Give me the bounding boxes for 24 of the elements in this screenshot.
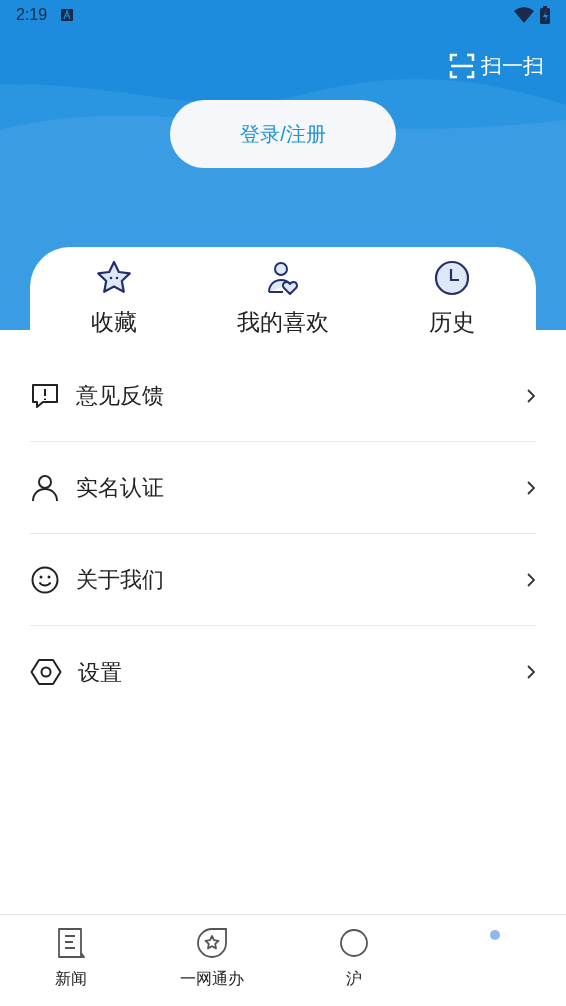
- smiley-icon: [30, 564, 60, 595]
- star-badge-icon: [196, 927, 229, 959]
- nav-tab[interactable]: 沪: [283, 915, 425, 1006]
- nav-tab[interactable]: 一网通办: [141, 915, 283, 1006]
- chevron-right-icon: [526, 571, 536, 588]
- settings-icon: [30, 657, 62, 687]
- circle-icon: [337, 927, 370, 959]
- notification-icon: [61, 9, 74, 21]
- battery-icon: [540, 6, 550, 24]
- nav-tab[interactable]: 新闻: [0, 915, 142, 1006]
- menu-item[interactable]: 设置: [30, 626, 536, 718]
- user-icon: [30, 472, 60, 503]
- menu-item[interactable]: 意见反馈: [30, 350, 536, 442]
- menu-item[interactable]: 关于我们: [30, 534, 536, 626]
- chevron-right-icon: [526, 387, 536, 404]
- scan-icon: [449, 52, 475, 79]
- clock-icon: [432, 259, 471, 297]
- chevron-right-icon: [526, 664, 536, 680]
- scan-button[interactable]: 扫一扫: [449, 50, 544, 82]
- wifi-icon: [514, 7, 534, 23]
- menu-item[interactable]: 实名认证: [30, 442, 536, 534]
- status-time: 2:19: [16, 5, 48, 25]
- document-icon: [55, 927, 86, 959]
- chevron-right-icon: [526, 479, 536, 496]
